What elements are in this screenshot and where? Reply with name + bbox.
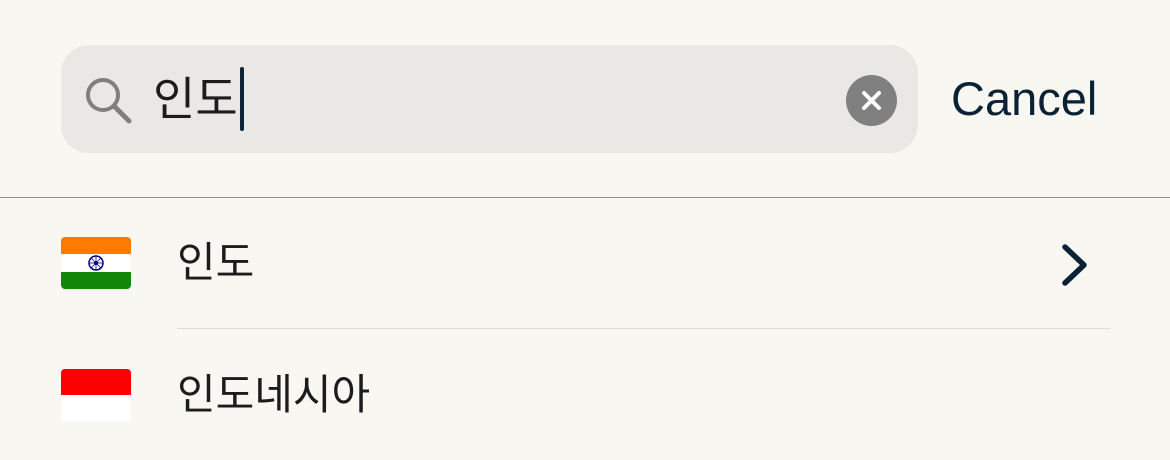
list-item-india[interactable]: 인도 xyxy=(0,198,1170,328)
clear-search-button[interactable] xyxy=(846,75,897,126)
clear-icon xyxy=(862,91,881,110)
text-cursor xyxy=(240,67,244,131)
search-icon xyxy=(83,75,133,125)
list-divider xyxy=(177,328,1110,329)
chevron-right-icon xyxy=(1062,244,1087,286)
search-input[interactable]: 인도 xyxy=(153,66,238,132)
cancel-button[interactable]: Cancel xyxy=(951,68,1111,130)
india-flag-icon xyxy=(61,237,131,289)
country-name: 인도 xyxy=(177,238,255,287)
indonesia-flag-icon xyxy=(61,369,131,421)
list-item-indonesia[interactable]: 인도네시아 xyxy=(0,330,1170,460)
country-name: 인도네시아 xyxy=(177,370,371,419)
